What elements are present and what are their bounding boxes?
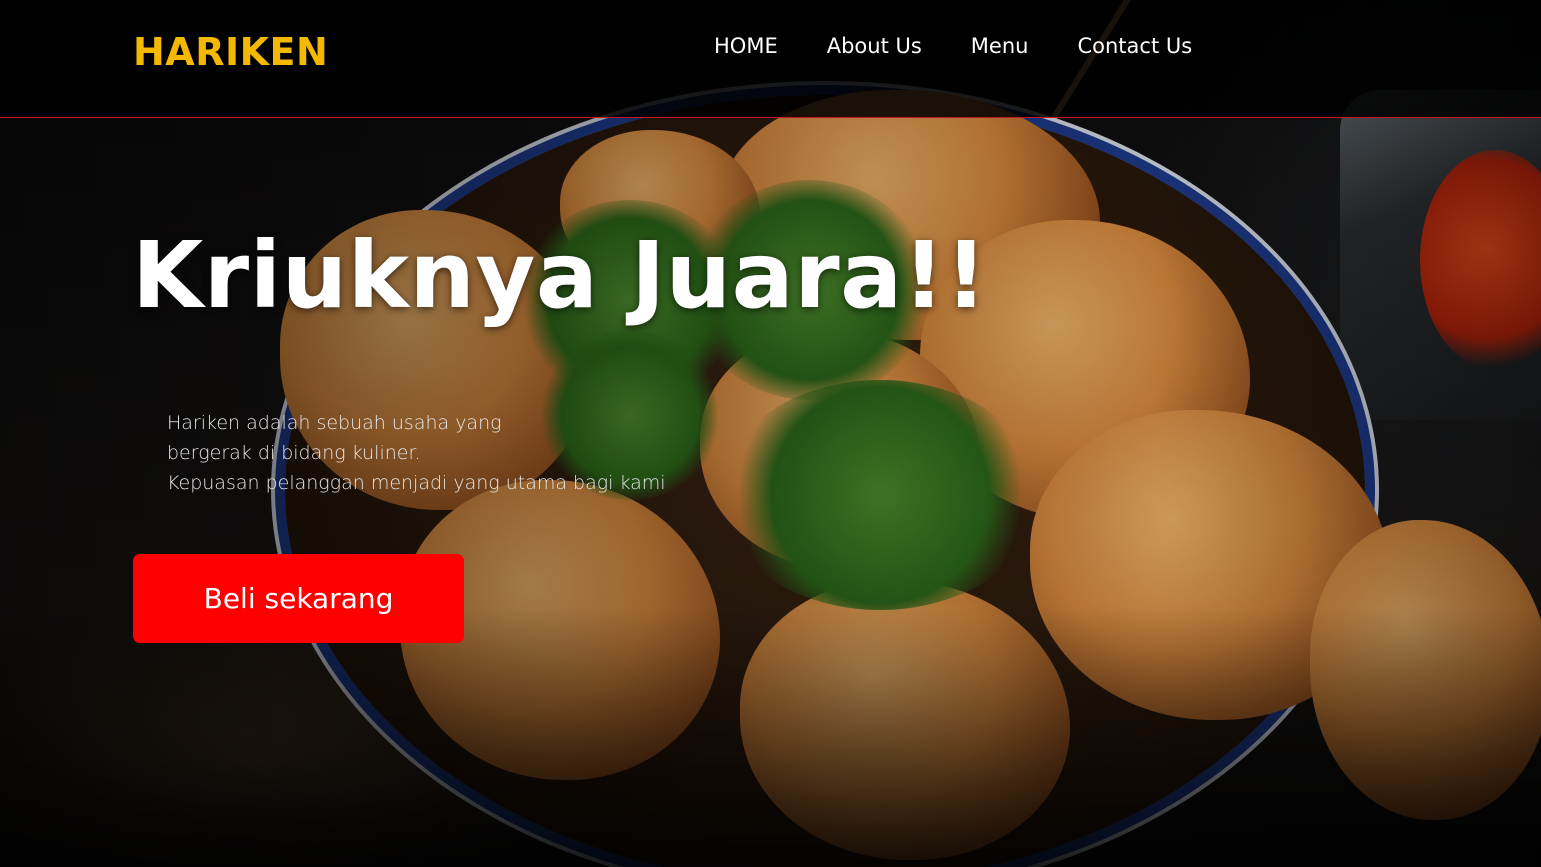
nav-link-home[interactable]: HOME xyxy=(714,34,778,58)
hero-description: Hariken adalah sebuah usaha yang bergera… xyxy=(167,408,666,498)
nav-link-about-us[interactable]: About Us xyxy=(827,34,922,58)
site-header: HARIKEN HOME About Us Menu Contact Us xyxy=(0,0,1541,118)
hero-description-line: Kepuasan pelanggan menjadi yang utama ba… xyxy=(167,472,666,494)
hero-description-line: Hariken adalah sebuah usaha yang xyxy=(167,412,502,434)
nav-link-menu[interactable]: Menu xyxy=(971,34,1029,58)
hero-title: Kriuknya Juara!! xyxy=(132,222,988,329)
nav-link-contact-us[interactable]: Contact Us xyxy=(1077,34,1192,58)
buy-now-button[interactable]: Beli sekarang xyxy=(133,554,464,643)
main-nav: HOME About Us Menu Contact Us xyxy=(714,34,1192,58)
brand-logo[interactable]: HARIKEN xyxy=(133,30,328,74)
hero-description-line: bergerak di bidang kuliner. xyxy=(167,442,421,464)
